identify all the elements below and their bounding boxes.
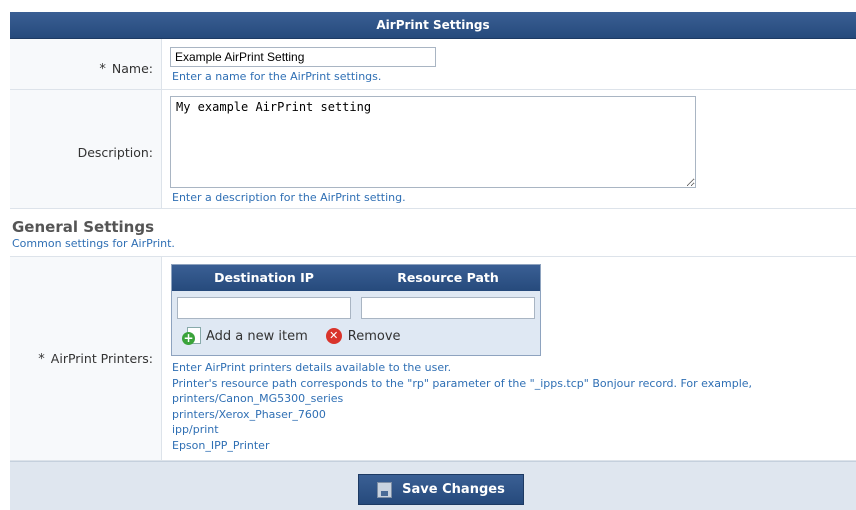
printers-hint: Enter AirPrint printers details availabl… [172,361,452,374]
name-row: * Name: Enter a name for the AirPrint set… [10,39,856,90]
general-settings-subheading: Common settings for AirPrint. [12,237,175,250]
general-settings-section: General Settings Common settings for Air… [10,210,856,257]
name-input[interactable] [170,47,436,67]
printers-example: ipp/print [172,423,219,436]
printers-hint-block: Enter AirPrint printers details availabl… [172,360,752,453]
form-footer: Save Changes [10,461,856,510]
resource-path-input[interactable] [361,297,535,319]
settings-title: AirPrint Settings [10,12,856,39]
add-item-icon[interactable]: + [182,327,201,345]
printers-example: printers/Xerox_Phaser_7600 [172,407,326,421]
remove-button[interactable]: Remove [348,329,401,344]
description-label: Description: [77,145,153,160]
settings-title-text: AirPrint Settings [376,18,490,32]
airprint-printers-row: * AirPrint Printers: Destination IP Resou… [10,257,856,461]
printers-example: printers/Canon_MG5300_series [172,392,344,405]
add-item-button[interactable]: Add a new item [206,329,308,344]
printers-grid-header: Destination IP Resource Path [172,265,540,291]
printers-example: Epson_IPP_Printer [172,438,270,452]
name-label: Name: [111,61,153,76]
save-changes-button[interactable]: Save Changes [358,474,524,505]
column-destination-ip: Destination IP [214,270,314,285]
description-row: Description: My example AirPrint setting… [10,90,856,209]
description-textarea[interactable]: My example AirPrint setting [170,96,696,188]
description-hint: Enter a description for the AirPrint set… [172,191,406,204]
save-disk-icon [377,481,393,498]
column-resource-path: Resource Path [397,270,499,285]
name-label-cell: * Name: [10,39,162,89]
destination-ip-input[interactable] [177,297,351,319]
save-changes-label: Save Changes [402,482,505,497]
name-hint: Enter a name for the AirPrint settings. [172,70,382,83]
printers-hint: Printer's resource path corresponds to t… [172,376,753,390]
general-settings-heading: General Settings [12,218,155,236]
required-marker: * [99,62,106,77]
printers-grid-row [172,291,540,319]
printers-label-cell: * AirPrint Printers: [10,257,162,460]
printers-grid: Destination IP Resource Path + Add a new… [171,264,541,356]
remove-icon[interactable]: ✕ [325,328,342,344]
description-label-cell: Description: [10,90,162,208]
required-marker: * [38,352,45,367]
printers-grid-actions: + Add a new item ✕ Remove [172,319,540,345]
printers-label: AirPrint Printers: [50,351,153,366]
